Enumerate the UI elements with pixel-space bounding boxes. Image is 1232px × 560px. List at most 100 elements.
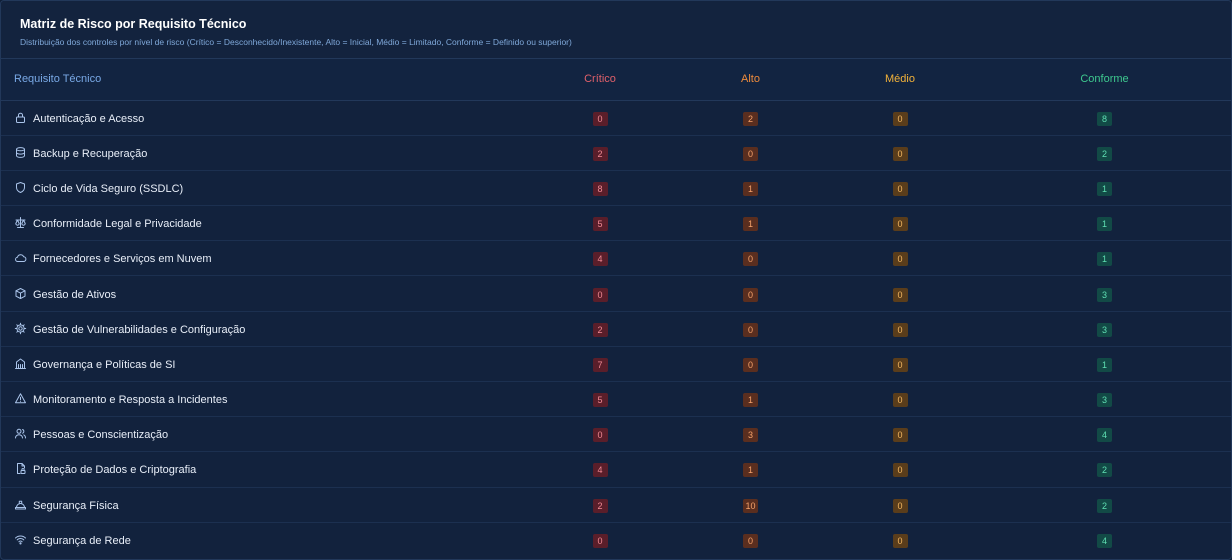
requisito-label: Governança e Políticas de SI — [33, 358, 176, 371]
table-row: Segurança de Rede 0 0 0 4 — [1, 522, 1231, 557]
medio-count-badge: 0 — [892, 428, 908, 443]
alto-count-badge: 1 — [743, 463, 758, 478]
critico-cell: 2 — [521, 311, 679, 346]
requisito-cell: Conformidade Legal e Privacidade — [1, 206, 521, 241]
panel-header: Matriz de Risco por Requisito Técnico Di… — [1, 1, 1231, 59]
critico-cell: 7 — [521, 346, 679, 381]
scale-icon — [14, 216, 27, 229]
conforme-count-badge: 1 — [1097, 357, 1112, 372]
critico-cell: 0 — [521, 522, 679, 557]
table-body: Autenticação e Acesso 0 2 0 8 Backup e Recupe… — [1, 100, 1231, 557]
medio-cell: 0 — [822, 311, 978, 346]
conforme-cell: 4 — [978, 522, 1231, 557]
conforme-count-badge: 3 — [1097, 393, 1112, 408]
table-header-row: Requisito Técnico Crítico Alto Médio Con… — [1, 59, 1231, 101]
critico-cell: 0 — [521, 417, 679, 452]
conforme-count-badge: 1 — [1097, 217, 1112, 232]
medio-count-badge: 0 — [892, 534, 908, 549]
critico-count-badge: 2 — [592, 146, 608, 161]
alto-cell: 0 — [679, 311, 822, 346]
alto-cell: 0 — [679, 241, 822, 276]
column-header-conforme: Conforme — [978, 59, 1231, 101]
critico-count-badge: 4 — [592, 463, 608, 478]
critico-count-badge: 0 — [592, 428, 608, 443]
conforme-count-badge: 2 — [1097, 463, 1112, 478]
conforme-cell: 1 — [978, 170, 1231, 205]
table-row: Gestão de Ativos 0 0 0 3 — [1, 276, 1231, 312]
column-header-requisito: Requisito Técnico — [1, 59, 521, 101]
conforme-count-badge: 8 — [1097, 111, 1112, 126]
medio-cell: 0 — [822, 100, 978, 135]
requisito-label: Segurança de Rede — [33, 535, 131, 548]
critico-cell: 2 — [521, 135, 679, 170]
medio-count-badge: 0 — [892, 463, 908, 478]
alto-cell: 1 — [679, 170, 822, 205]
alto-count-badge: 3 — [743, 428, 758, 443]
alto-cell: 1 — [679, 382, 822, 417]
column-header-critico: Crítico — [521, 59, 679, 101]
conforme-cell: 2 — [978, 135, 1231, 170]
lock-icon — [14, 111, 27, 124]
requisito-cell: Fornecedores e Serviços em Nuvem — [1, 241, 521, 276]
requisito-cell: Backup e Recuperação — [1, 135, 521, 170]
critico-count-badge: 5 — [592, 393, 608, 408]
hardhat-icon — [14, 498, 27, 511]
alto-cell: 1 — [679, 452, 822, 487]
risk-matrix-panel: Matriz de Risco por Requisito Técnico Di… — [0, 0, 1232, 560]
conforme-count-badge: 3 — [1097, 287, 1112, 302]
panel-subtitle: Distribuição dos controles por nível de … — [20, 37, 572, 47]
table-row: Conformidade Legal e Privacidade 5 1 0 1 — [1, 206, 1231, 241]
requisito-cell: Segurança de Rede — [1, 522, 521, 557]
requisito-label: Proteção de Dados e Criptografia — [33, 464, 197, 477]
conforme-cell: 1 — [978, 206, 1231, 241]
column-header-medio: Médio — [822, 59, 978, 101]
conforme-count-badge: 2 — [1097, 498, 1112, 513]
medio-cell: 0 — [822, 206, 978, 241]
conforme-count-badge: 3 — [1097, 322, 1112, 337]
medio-count-badge: 0 — [892, 181, 908, 196]
alto-count-badge: 2 — [743, 111, 758, 126]
column-header-alto: Alto — [679, 59, 822, 101]
requisito-cell: Gestão de Vulnerabilidades e Configuraçã… — [1, 311, 521, 346]
medio-count-badge: 0 — [892, 111, 908, 126]
alto-cell: 0 — [679, 135, 822, 170]
medio-cell: 0 — [822, 417, 978, 452]
medio-count-badge: 0 — [892, 217, 908, 232]
alto-cell: 2 — [679, 100, 822, 135]
conforme-cell: 1 — [978, 346, 1231, 381]
wifi-icon — [14, 533, 27, 546]
alto-count-badge: 10 — [743, 498, 758, 513]
building-icon — [14, 357, 27, 370]
critico-cell: 4 — [521, 452, 679, 487]
risk-table: Requisito Técnico Crítico Alto Médio Con… — [1, 59, 1231, 557]
critico-count-badge: 0 — [592, 534, 608, 549]
medio-cell: 0 — [822, 241, 978, 276]
alto-cell: 1 — [679, 206, 822, 241]
medio-cell: 0 — [822, 522, 978, 557]
medio-cell: 0 — [822, 346, 978, 381]
table-row: Backup e Recuperação 2 0 0 2 — [1, 135, 1231, 171]
alto-count-badge: 0 — [743, 252, 758, 267]
medio-cell: 0 — [822, 135, 978, 170]
conforme-cell: 2 — [978, 452, 1231, 487]
conforme-cell: 8 — [978, 100, 1231, 135]
medio-cell: 0 — [822, 487, 978, 522]
requisito-label: Autenticação e Acesso — [33, 112, 145, 125]
table-row: Gestão de Vulnerabilidades e Configuraçã… — [1, 311, 1231, 347]
critico-cell: 8 — [521, 170, 679, 205]
medio-cell: 0 — [822, 382, 978, 417]
warning-icon — [14, 392, 27, 405]
table-row: Segurança Física 2 10 0 2 — [1, 487, 1231, 523]
conforme-cell: 2 — [978, 487, 1231, 522]
conforme-count-badge: 4 — [1097, 428, 1112, 443]
cloud-icon — [14, 251, 27, 264]
requisito-label: Gestão de Ativos — [33, 288, 117, 301]
conforme-count-badge: 4 — [1097, 534, 1112, 549]
alto-count-badge: 0 — [743, 287, 758, 302]
critico-count-badge: 2 — [592, 498, 608, 513]
medio-count-badge: 0 — [892, 146, 908, 161]
alto-cell: 10 — [679, 487, 822, 522]
critico-cell: 5 — [521, 206, 679, 241]
file-lock-icon — [14, 462, 27, 475]
box-icon — [14, 287, 27, 300]
